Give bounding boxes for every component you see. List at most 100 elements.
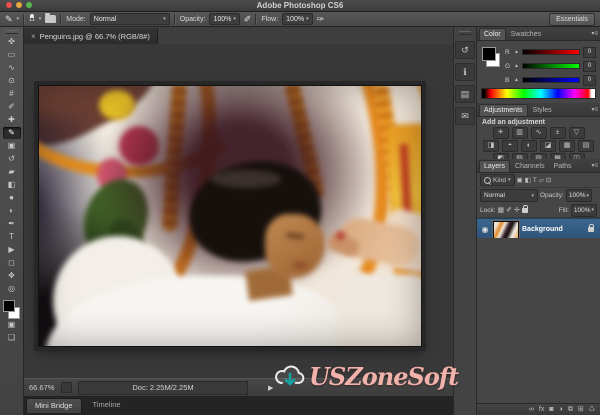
panel-menu-icon[interactable]: ▾≡ <box>591 106 598 116</box>
layer-visibility-eye-icon[interactable]: ◉ <box>480 225 490 234</box>
blue-value-field[interactable]: 0 <box>583 74 596 86</box>
black-white-icon[interactable]: ◐ <box>521 140 537 152</box>
layer-effects-icon[interactable]: fx <box>539 406 544 413</box>
delete-layer-icon[interactable]: ♺ <box>589 406 595 413</box>
tool-type[interactable]: T <box>3 231 21 243</box>
tool-dodge[interactable]: ◐ <box>3 205 21 217</box>
tool-quick-selection[interactable]: ⊙ <box>3 75 21 87</box>
smart-object-filter-icon[interactable]: ⊡ <box>546 176 551 184</box>
mini-bridge-panel-icon[interactable]: ✉ <box>455 107 475 125</box>
link-layers-icon[interactable]: ∞ <box>529 406 534 413</box>
layer-blend-mode-select[interactable]: Normal ▾ <box>480 189 538 202</box>
layer-fill-field[interactable]: 100% ▾ <box>570 203 597 217</box>
layer-filter-kind-select[interactable]: Kind ▾ <box>480 174 515 186</box>
slider-triangle-icon[interactable]: ▲ <box>514 77 519 83</box>
red-slider-track[interactable] <box>521 49 580 55</box>
lock-transparent-pixels-icon[interactable]: ▦ <box>498 206 505 214</box>
document-tab[interactable]: × Penguins.jpg @ 66.7% (RGB/8#) <box>24 28 158 44</box>
tab-paths[interactable]: Paths <box>550 161 576 172</box>
exposure-icon[interactable]: ± <box>549 127 566 139</box>
pressure-opacity-icon[interactable]: ✐ <box>244 14 252 24</box>
lock-image-pixels-icon[interactable]: ✐ <box>506 206 512 214</box>
tool-preset-dropdown-icon[interactable]: ▾ <box>17 16 20 22</box>
tool-eraser[interactable]: ▰ <box>3 166 21 178</box>
photo-filter-icon[interactable]: ◪ <box>540 140 556 152</box>
vibrance-icon[interactable]: ▽ <box>568 127 585 139</box>
panel-menu-icon[interactable]: ▾≡ <box>591 30 598 40</box>
green-value-field[interactable]: 0 <box>583 60 596 72</box>
tab-styles[interactable]: Styles <box>529 105 556 116</box>
brightness-contrast-icon[interactable]: ☀ <box>492 127 509 139</box>
history-panel-icon[interactable]: ↺ <box>455 41 475 59</box>
new-group-icon[interactable]: ⧉ <box>568 406 573 413</box>
tool-history-brush[interactable]: ↺ <box>3 153 21 165</box>
tab-layers[interactable]: Layers <box>479 160 511 172</box>
dock-grip[interactable] <box>459 31 471 35</box>
green-slider-track[interactable] <box>521 63 580 69</box>
lock-position-icon[interactable]: ✛ <box>514 206 520 214</box>
red-value-field[interactable]: 0 <box>583 46 596 58</box>
zoom-level-field[interactable]: 66.67% <box>29 383 55 392</box>
tool-blur[interactable]: ● <box>3 192 21 204</box>
tool-lasso[interactable]: ∿ <box>3 62 21 74</box>
tool-clone-stamp[interactable]: ▣ <box>3 140 21 152</box>
brush-panel-toggle-icon[interactable] <box>45 13 57 23</box>
workspace-switcher-button[interactable]: Essentials <box>549 12 595 26</box>
tool-brush[interactable]: ✎ <box>2 127 21 139</box>
pixel-layer-filter-icon[interactable]: ▣ <box>517 176 523 184</box>
new-layer-icon[interactable]: ⊞ <box>578 406 584 413</box>
blue-slider-track[interactable] <box>521 77 580 83</box>
foreground-color-swatch[interactable] <box>3 300 15 312</box>
levels-icon[interactable]: ▥ <box>511 127 528 139</box>
slider-triangle-icon[interactable]: ▲ <box>514 49 519 55</box>
type-layer-filter-icon[interactable]: T <box>533 177 537 184</box>
tool-move[interactable]: ✜ <box>3 36 21 48</box>
layer-name[interactable]: Background <box>522 226 563 233</box>
info-panel-icon[interactable]: ℹ <box>455 63 475 81</box>
layer-thumbnail[interactable] <box>493 220 519 239</box>
channel-mixer-icon[interactable]: ▦ <box>559 140 575 152</box>
tab-timeline[interactable]: Timeline <box>85 398 129 411</box>
brush-picker-dropdown-icon[interactable]: ▾ <box>39 16 42 22</box>
tool-pen[interactable]: ✒ <box>3 218 21 230</box>
quick-mask-button[interactable]: ▣ <box>3 319 21 331</box>
tool-crop[interactable]: # <box>3 88 21 100</box>
flow-field[interactable]: 100% ▾ <box>282 13 313 25</box>
tool-healing-brush[interactable]: ✚ <box>3 114 21 126</box>
document-size-info[interactable]: Doc: 2.25M/2.25M <box>78 380 248 395</box>
color-balance-icon[interactable]: ◓ <box>502 140 518 152</box>
close-tab-icon[interactable]: × <box>31 32 36 41</box>
tools-panel-grip[interactable] <box>5 30 18 34</box>
color-lookup-icon[interactable]: ▤ <box>578 140 594 152</box>
tab-channels[interactable]: Channels <box>511 161 549 172</box>
tool-zoom[interactable]: ◎ <box>3 283 21 295</box>
tab-mini-bridge[interactable]: Mini Bridge <box>26 398 82 413</box>
slider-triangle-icon[interactable]: ▲ <box>514 63 519 69</box>
brush-preset-picker[interactable]: 11 <box>29 14 35 24</box>
color-spectrum-ramp[interactable] <box>481 88 596 99</box>
panel-foreground-swatch[interactable] <box>482 47 496 61</box>
adjustment-layer-filter-icon[interactable]: ◧ <box>525 176 531 184</box>
opacity-field[interactable]: 100% ▾ <box>209 13 240 25</box>
screen-mode-button[interactable]: ❑ <box>3 332 21 344</box>
curves-icon[interactable]: ∿ <box>530 127 547 139</box>
hue-saturation-icon[interactable]: ◨ <box>483 140 499 152</box>
adjustment-layer-icon[interactable]: ◑ <box>559 406 563 413</box>
tab-swatches[interactable]: Swatches <box>507 29 545 40</box>
tool-rectangular-marquee[interactable]: ▭ <box>3 49 21 61</box>
tool-eyedropper[interactable]: ✐ <box>3 101 21 113</box>
tool-hand[interactable]: ✥ <box>3 270 21 282</box>
shape-layer-filter-icon[interactable]: ▱ <box>539 176 544 184</box>
layer-opacity-field[interactable]: 100% ▾ <box>565 189 592 202</box>
tool-gradient[interactable]: ◧ <box>3 179 21 191</box>
airbrush-icon[interactable]: ✑ <box>317 14 325 24</box>
layer-mask-icon[interactable]: ◙ <box>549 406 553 413</box>
properties-panel-icon[interactable]: ▤ <box>455 85 475 103</box>
tab-color[interactable]: Color <box>479 28 506 40</box>
tab-adjustments[interactable]: Adjustments <box>479 104 528 116</box>
lock-all-icon[interactable] <box>521 204 528 213</box>
blend-mode-select[interactable]: Normal ▾ <box>89 13 170 25</box>
photo-document[interactable] <box>38 85 422 347</box>
canvas-area[interactable] <box>24 44 453 378</box>
panel-menu-icon[interactable]: ▾≡ <box>591 162 598 172</box>
